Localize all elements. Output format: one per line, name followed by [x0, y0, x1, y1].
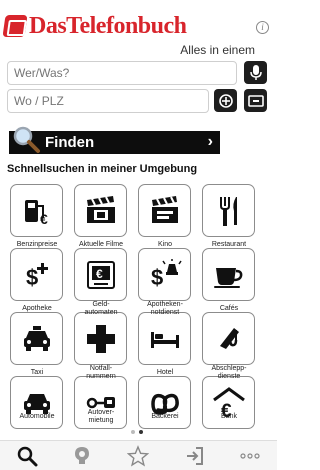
page-indicator[interactable]	[131, 430, 143, 434]
tile-label: Cafés	[219, 305, 239, 312]
brand-tagline: Alles in einem	[180, 43, 255, 57]
svg-text:€: €	[40, 211, 48, 227]
tile-hotel[interactable]	[138, 312, 191, 365]
voice-search-button[interactable]	[244, 61, 267, 84]
chevron-right-icon: ›	[207, 133, 213, 150]
tow-hook-icon	[219, 327, 239, 349]
tile-label: Bank	[221, 413, 237, 420]
tile-label: Automobile	[19, 413, 55, 420]
bottom-tab-bar	[0, 440, 277, 470]
tile-label: Apotheke	[22, 305, 52, 312]
tile-label: Apotheken- notdienst	[147, 301, 183, 316]
locate-me-button[interactable]	[214, 89, 237, 112]
map-select-button[interactable]	[244, 89, 267, 112]
where-location-input[interactable]	[7, 89, 209, 113]
what-search-input[interactable]	[7, 61, 237, 85]
login-tab-icon	[187, 447, 203, 465]
microphone-icon	[249, 64, 262, 80]
info-icon[interactable]: i	[256, 21, 269, 34]
svg-text:$: $	[151, 265, 163, 290]
emergency-pharmacy-icon: $	[151, 258, 182, 290]
tab-tips[interactable]	[70, 444, 94, 468]
find-button[interactable]: Finden ›	[9, 126, 220, 154]
page-dot[interactable]	[131, 430, 135, 434]
fuel-price-icon: €	[24, 199, 48, 227]
bed-icon	[150, 331, 179, 348]
magnifier-icon	[13, 126, 40, 153]
tray-icon	[247, 94, 264, 107]
cutlery-icon	[219, 196, 237, 226]
crosshair-locate-icon	[218, 93, 233, 108]
pharmacy-icon: $	[26, 262, 48, 290]
tile-label: Benzinpreise	[16, 241, 58, 248]
tile-label: Hotel	[156, 369, 174, 376]
logo-mark-icon	[2, 15, 28, 37]
tile-label: Bäckerei	[151, 413, 179, 420]
tile-automobile[interactable]	[10, 376, 63, 429]
tab-login[interactable]	[183, 444, 207, 468]
favorites-star-icon	[127, 445, 149, 467]
tile-cafes[interactable]	[202, 248, 255, 301]
find-label: Finden	[45, 134, 95, 151]
tile-kino[interactable]	[138, 184, 191, 237]
tile-bank[interactable]: €	[202, 376, 255, 429]
tile-label: Abschlepp- dienste	[211, 365, 247, 380]
tile-abschleppdienste[interactable]	[202, 312, 255, 365]
tile-label: Notfall- nummern	[86, 365, 116, 380]
app-header: DasTelefonbuch Alles in einem i	[0, 0, 277, 60]
tile-restaurant[interactable]	[202, 184, 255, 237]
tile-apotheken-notdienst[interactable]: $	[138, 248, 191, 301]
svg-text:€: €	[96, 267, 103, 281]
tile-label: Taxi	[30, 369, 44, 376]
brand-name: DasTelefonbuch	[29, 12, 187, 39]
tile-taxi[interactable]	[10, 312, 63, 365]
svg-text:$: $	[26, 265, 38, 290]
tab-more[interactable]	[238, 444, 262, 468]
more-dots-icon	[240, 453, 260, 459]
page-dot-active[interactable]	[139, 430, 143, 434]
cinema-clapper-icon	[151, 195, 178, 223]
tips-tab-icon	[75, 447, 89, 464]
tile-label: Aktuelle Filme	[79, 241, 123, 248]
tile-apotheke[interactable]: $	[10, 248, 63, 301]
film-clapper-icon	[86, 195, 115, 223]
tile-geldautomaten[interactable]: €	[74, 248, 127, 301]
tile-label: Geld- automaten	[84, 301, 118, 316]
tile-label: Autover- mietung	[87, 409, 115, 424]
tile-label: Restaurant	[211, 241, 247, 248]
tab-favorites[interactable]	[126, 444, 150, 468]
taxi-icon	[23, 325, 50, 351]
emergency-cross-icon	[86, 324, 115, 353]
tile-aktuelle-filme[interactable]	[74, 184, 127, 237]
coffee-cup-icon	[213, 267, 242, 288]
tile-baeckerei[interactable]	[138, 376, 191, 429]
nearby-section-title: Schnellsuchen in meiner Umgebung	[7, 163, 198, 175]
atm-icon: €	[86, 260, 115, 289]
tile-notfallnummern[interactable]	[74, 312, 127, 365]
nearby-category-grid: € $ € $ € Benzinpreise Aktuelle Filme Ki…	[10, 184, 260, 429]
tile-benzinpreise[interactable]: €	[10, 184, 63, 237]
tab-search[interactable]	[15, 444, 39, 468]
search-tab-icon	[17, 446, 38, 467]
brand-logo: DasTelefonbuch	[2, 12, 187, 40]
tile-label: Kino	[157, 241, 172, 248]
